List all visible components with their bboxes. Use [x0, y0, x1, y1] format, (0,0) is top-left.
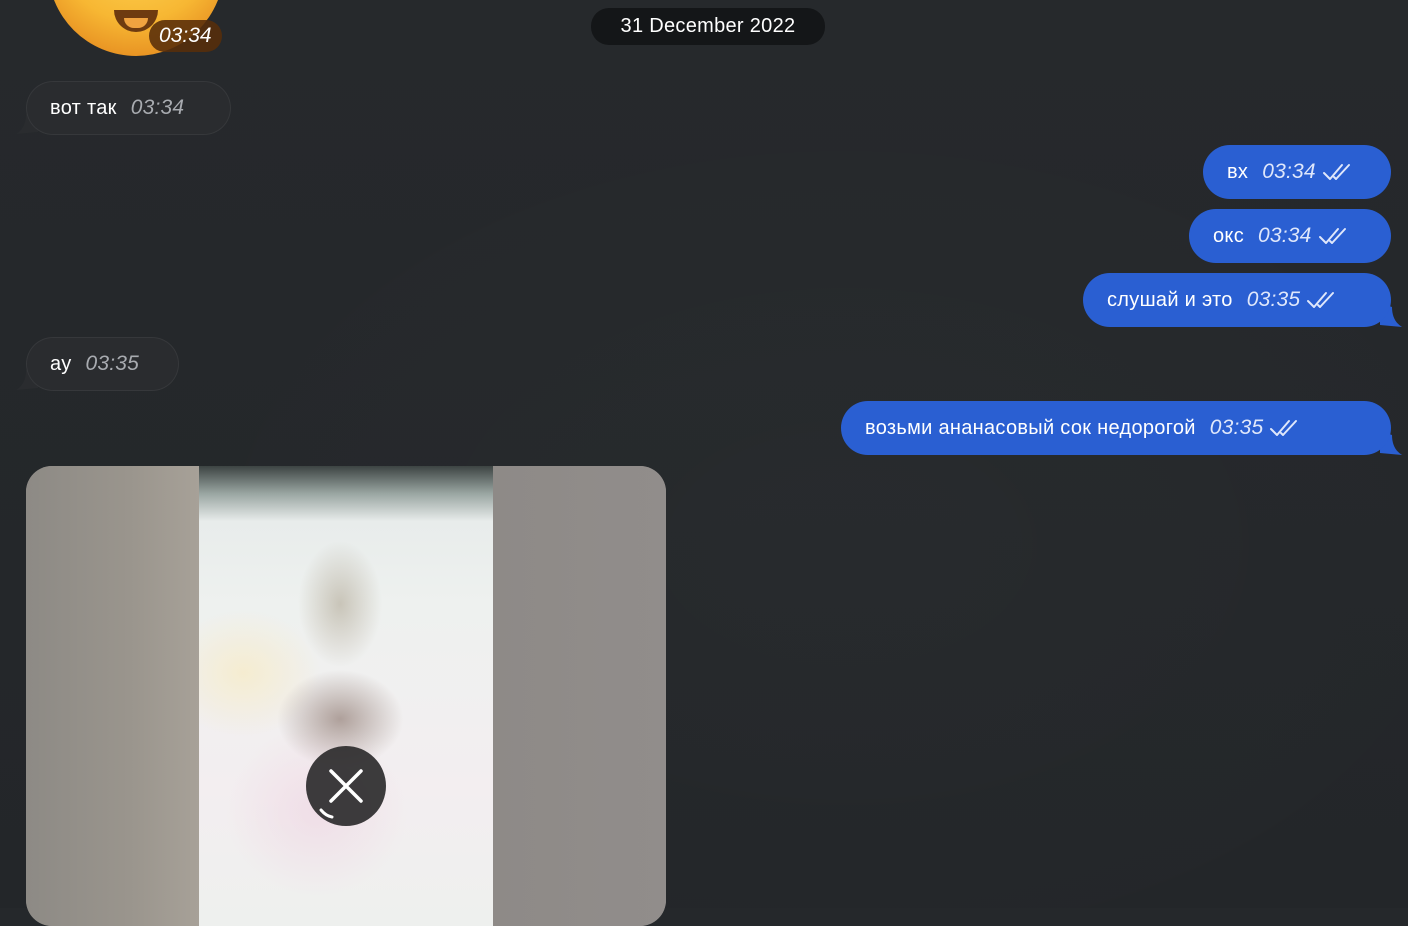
double-check-icon [1270, 420, 1298, 436]
message-bubble-outgoing[interactable]: слушай и это 03:35 [1083, 273, 1391, 327]
message-time: 03:34 [1258, 224, 1312, 247]
message-time: 03:35 [1246, 288, 1301, 311]
message-time: 03:35 [85, 352, 140, 375]
message-text: вх [1227, 160, 1249, 183]
message-text: возьми ананасовый сок недорогой [865, 416, 1196, 439]
media-message-preview[interactable] [26, 466, 666, 926]
message-bubble-incoming[interactable]: вот так 03:34 [26, 81, 231, 135]
double-check-icon [1318, 228, 1346, 244]
message-text: вот так [50, 96, 117, 119]
message-bubble-incoming[interactable]: ау 03:35 [26, 337, 179, 391]
message-time: 03:35 [1209, 416, 1264, 439]
media-blur-right [493, 466, 666, 926]
double-check-icon [1307, 292, 1335, 308]
media-blur-left [26, 466, 199, 926]
message-time: 03:34 [1262, 160, 1316, 183]
message-text: окс [1213, 224, 1244, 247]
sticker-timestamp: 03:34 [149, 20, 222, 52]
message-text: слушай и это [1107, 288, 1233, 311]
message-text: ау [50, 352, 72, 375]
media-blurred-image [199, 466, 493, 926]
message-bubble-outgoing[interactable]: вх 03:34 [1203, 145, 1391, 199]
double-check-icon [1322, 164, 1350, 180]
message-bubble-outgoing[interactable]: окс 03:34 [1189, 209, 1391, 263]
cancel-download-button[interactable] [306, 746, 386, 826]
close-icon [319, 769, 363, 819]
message-bubble-outgoing[interactable]: возьми ананасовый сок недорогой 03:35 [841, 401, 1391, 455]
message-time: 03:34 [130, 96, 185, 119]
date-divider: 31 December 2022 [591, 8, 825, 45]
